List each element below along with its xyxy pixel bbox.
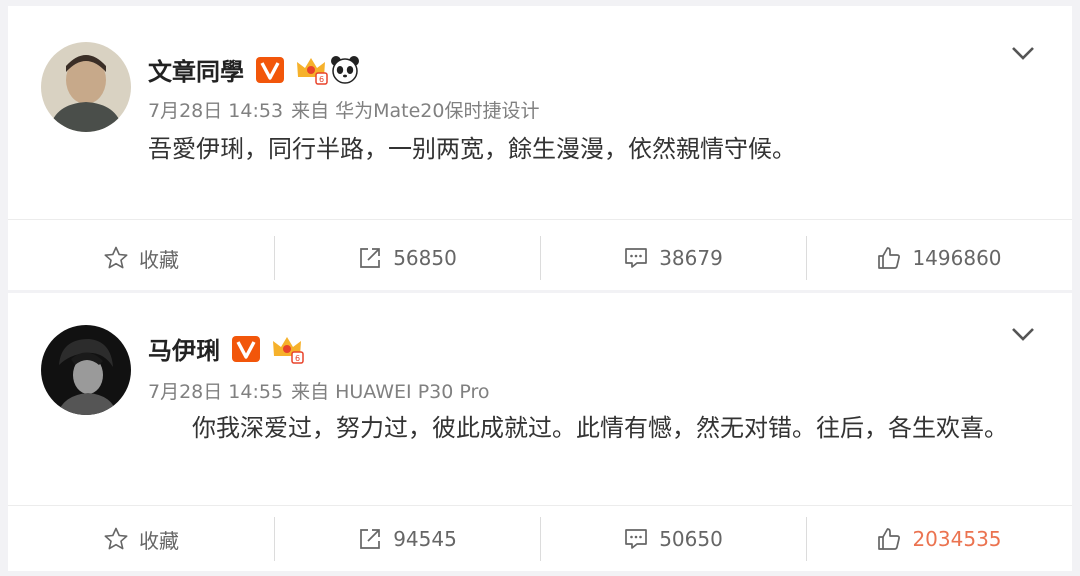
favorite-label: 收藏 <box>139 247 179 272</box>
favorite-label: 收藏 <box>139 528 179 553</box>
comment-button[interactable]: 38679 <box>540 228 806 288</box>
crown-member-icon[interactable]: 6 <box>270 334 304 364</box>
like-button[interactable]: 1496860 <box>806 228 1072 288</box>
comment-icon <box>625 529 648 549</box>
post-date[interactable]: 7月28日 14:53 <box>148 100 283 122</box>
thumbs-up-icon <box>878 528 901 550</box>
repost-icon <box>360 529 381 549</box>
star-icon <box>104 527 128 550</box>
divider <box>8 505 1072 506</box>
comment-count: 50650 <box>659 527 723 551</box>
favorite-button[interactable]: 收藏 <box>8 509 274 569</box>
weibo-post-1: 文章同學 6 7月28日 14:53 来自 华为Mate20保时捷设计 吾愛伊琍，… <box>8 6 1072 290</box>
divider <box>8 219 1072 220</box>
verified-v-icon <box>232 335 260 362</box>
repost-button[interactable]: 56850 <box>274 228 540 288</box>
like-count: 2034535 <box>912 527 1002 551</box>
avatar[interactable] <box>41 325 131 415</box>
like-count: 1496860 <box>912 246 1002 270</box>
svg-text:6: 6 <box>319 75 324 84</box>
crown-member-icon[interactable]: 6 <box>294 55 328 85</box>
action-bar: 收藏 56850 38679 1496860 <box>8 228 1072 288</box>
post-content: 吾愛伊琍，同行半路，一别两宽，餘生漫漫，依然親情守候。 <box>148 135 796 163</box>
comment-icon <box>625 248 648 268</box>
star-icon <box>104 246 128 269</box>
favorite-button[interactable]: 收藏 <box>8 228 274 288</box>
chevron-down-icon[interactable] <box>1010 325 1036 343</box>
post-source: 来自 华为Mate20保时捷设计 <box>291 100 540 122</box>
post-meta: 7月28日 14:55 来自 HUAWEI P30 Pro <box>148 377 490 404</box>
author-name[interactable]: 马伊琍 <box>148 331 220 366</box>
author-name[interactable]: 文章同學 <box>148 52 244 87</box>
repost-count: 94545 <box>393 527 457 551</box>
panda-icon <box>331 55 359 84</box>
svg-text:6: 6 <box>295 354 300 363</box>
post-source: 来自 HUAWEI P30 Pro <box>291 381 490 403</box>
avatar[interactable] <box>41 42 131 132</box>
repost-icon <box>360 248 381 268</box>
chevron-down-icon[interactable] <box>1010 44 1036 62</box>
comment-count: 38679 <box>659 246 723 270</box>
post-meta: 7月28日 14:53 来自 华为Mate20保时捷设计 <box>148 96 539 123</box>
author-row: 文章同學 6 <box>148 52 360 87</box>
action-bar: 收藏 94545 50650 2034535 <box>8 509 1072 569</box>
repost-button[interactable]: 94545 <box>274 509 540 569</box>
author-row: 马伊琍 6 <box>148 331 304 366</box>
thumbs-up-icon <box>878 247 901 269</box>
weibo-post-2: 马伊琍 6 7月28日 14:55 来自 HUAWEI P30 Pro 你我深爱过… <box>8 293 1072 571</box>
repost-count: 56850 <box>393 246 457 270</box>
comment-button[interactable]: 50650 <box>540 509 806 569</box>
like-button[interactable]: 2034535 <box>806 509 1072 569</box>
post-content: 你我深爱过，努力过，彼此成就过。此情有憾，然无对错。往后，各生欢喜。 <box>192 414 1008 442</box>
verified-v-icon <box>256 56 284 83</box>
post-date[interactable]: 7月28日 14:55 <box>148 381 283 403</box>
